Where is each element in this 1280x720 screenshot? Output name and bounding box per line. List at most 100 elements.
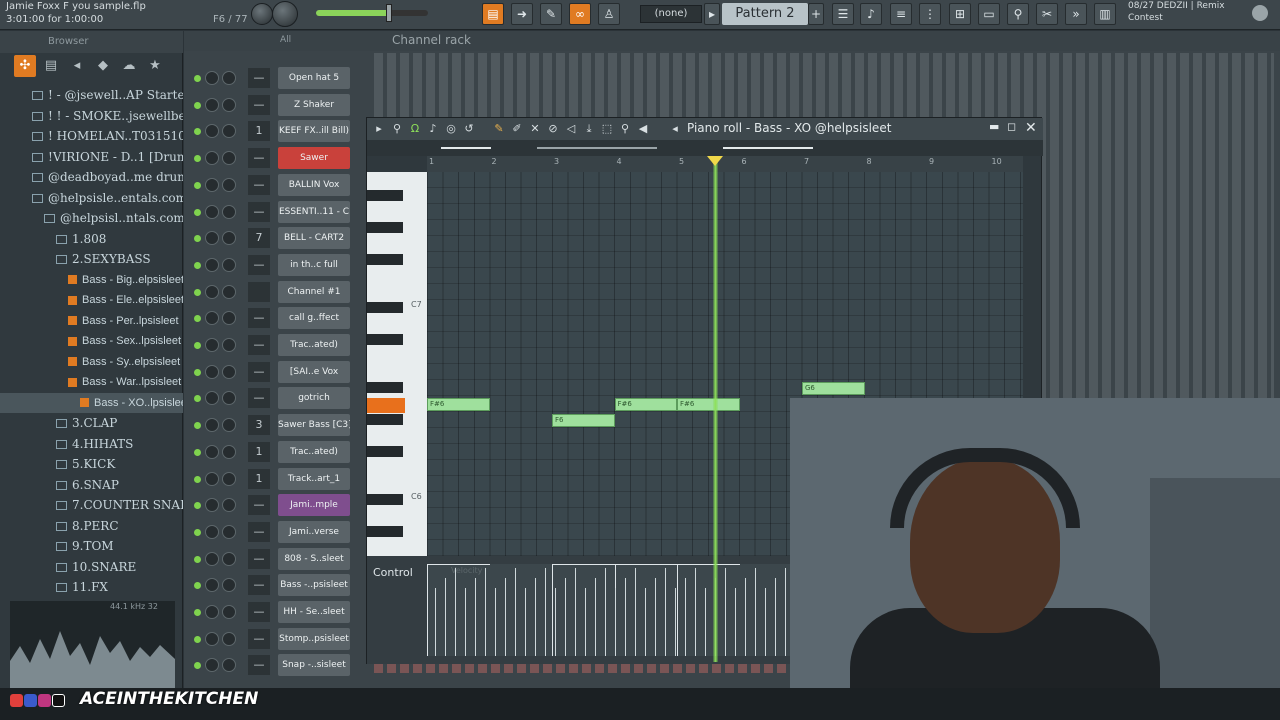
channel-row[interactable]: — Snap -..sisleet [192,653,362,679]
browser-folder-item[interactable]: @helpsisle..entals.com) [0,188,183,208]
bar-number[interactable]: 7 [804,157,809,166]
channel-name-button[interactable]: HH - Se..sleet [278,601,350,623]
channel-enable-led[interactable] [194,422,201,430]
velocity-bar[interactable] [427,564,490,656]
black-key[interactable] [367,334,403,345]
black-key[interactable] [367,190,403,201]
browser-options-icon[interactable]: ✣ [14,55,36,77]
pin-icon[interactable]: ⚲ [1007,3,1029,25]
channel-name-button[interactable]: Sawer Bass [C3] [278,414,350,437]
channel-volume-knob[interactable] [222,177,236,192]
magnet-icon[interactable]: ⚲ [389,121,405,137]
channel-row[interactable]: — gotrich [192,386,362,412]
channel-volume-knob[interactable] [222,444,236,459]
channel-pan-knob[interactable] [205,391,219,406]
scroll-marker[interactable] [441,147,491,149]
channel-enable-led[interactable] [194,235,201,243]
channel-row[interactable]: 1 KEEF FX..ill Bill) [192,119,362,145]
channel-name-button[interactable]: BELL - CART2 [278,227,350,250]
channel-volume-knob[interactable] [222,311,236,326]
velocity-stem[interactable] [535,578,536,656]
bar-number[interactable]: 4 [617,157,622,166]
delete-tool-icon[interactable]: ✕ [527,121,543,137]
note[interactable]: G6 [802,382,865,395]
browser-folder-item[interactable]: 7.COUNTER SNARE [0,495,183,515]
channel-volume-knob[interactable] [222,71,236,85]
bar-number[interactable]: 8 [867,157,872,166]
channel-row[interactable]: — in th..c full [192,253,362,279]
channel-mixer-track[interactable]: — [248,94,270,115]
channel-mixer-track[interactable]: — [248,602,270,622]
velocity-stem[interactable] [455,568,456,656]
loop-icon[interactable]: ↺ [461,121,477,137]
velocity-stem[interactable] [595,578,596,656]
channel-volume-knob[interactable] [222,284,236,299]
browser-folder-item[interactable]: ! HOMELAN..T0315102-001 [0,126,183,146]
channel-name-button[interactable]: Channel #1 [278,280,350,303]
channel-mixer-track[interactable]: — [248,335,270,355]
browser-folder-item[interactable]: 6.SNAP [0,475,183,495]
channel-pan-knob[interactable] [205,257,219,272]
channel-pan-knob[interactable] [205,364,219,379]
mixer-icon[interactable]: ≡ [890,3,912,25]
velocity-stem[interactable] [775,578,776,656]
select-tool-icon[interactable]: ⬚ [599,121,615,137]
channel-enable-led[interactable] [194,208,201,216]
channel-volume-knob[interactable] [222,338,236,352]
note[interactable]: F6 [552,414,615,427]
channel-mixer-track[interactable]: — [248,655,270,676]
velocity-stem[interactable] [435,588,436,656]
channel-volume-knob[interactable] [222,631,236,646]
channel-row[interactable]: — Jami..mple [192,493,362,519]
plugin-icon[interactable]: ⊞ [949,3,971,25]
channel-row[interactable]: — BALLIN Vox [192,173,362,199]
channel-name-button[interactable]: ESSENTI..11 - C [278,200,350,223]
piano-roll-titlebar[interactable]: ▸ ⚲ Ω ♪ ◎ ↺ ✎ ✐ ✕ ⊘ ◁ ⤓ ⬚ ⚲ ◀ ◂ Piano ro… [367,118,1043,140]
note-icon[interactable]: ♪ [425,121,441,137]
black-key[interactable] [367,446,403,457]
channel-row[interactable]: — Z Shaker [192,93,362,119]
snap-icon[interactable]: ▤ [482,3,504,25]
minimize-icon[interactable]: ▬ [989,120,999,133]
arrow-left-icon[interactable]: ◂ [667,121,683,137]
slip-tool-icon[interactable]: ◁ [563,121,579,137]
channel-name-button[interactable]: Jami..verse [278,520,350,543]
channel-volume-knob[interactable] [222,204,236,219]
browser-icon[interactable]: ▭ [978,3,1000,25]
bar-number[interactable]: 2 [492,157,497,166]
channel-row[interactable]: — ESSENTI..11 - C [192,200,362,226]
channel-name-button[interactable]: Trac..ated) [278,440,350,463]
maximize-icon[interactable]: ◻ [1007,120,1016,133]
channel-volume-knob[interactable] [222,551,236,566]
master-level-slider[interactable] [316,10,428,16]
velocity-stem[interactable] [515,568,516,656]
channel-name-button[interactable]: in th..c full [278,253,350,276]
channel-pan-knob[interactable] [205,524,219,539]
velocity-stem[interactable] [695,568,696,656]
channel-row[interactable]: — Jami..verse [192,520,362,546]
channel-mixer-track[interactable]: 1 [248,468,270,489]
note[interactable]: F#6 [677,398,740,411]
record-icon[interactable]: ◎ [443,121,459,137]
channel-volume-knob[interactable] [222,391,236,406]
piano-roll-icon[interactable]: ♪ [860,3,882,25]
browser-folder-item[interactable]: 8.PERC [0,516,183,536]
channel-volume-knob[interactable] [222,658,236,673]
channel-mixer-track[interactable]: 7 [248,228,270,249]
channel-mixer-track[interactable]: — [248,308,270,329]
play-icon[interactable]: ▸ [704,3,720,25]
channel-name-button[interactable]: Track..art_1 [278,467,350,490]
channel-row[interactable]: — Trac..ated) [192,333,362,359]
channel-enable-led[interactable] [194,342,201,349]
pencil-icon[interactable]: ✎ [540,3,562,25]
browser-folder-item[interactable]: ! ! - SMOKE..jsewellbeats [0,106,183,126]
channel-filter[interactable]: All [280,35,291,45]
cloud-icon[interactable]: ☁ [118,55,140,77]
channel-name-button[interactable]: Bass -..psisleet [278,574,350,597]
speaker-icon[interactable]: ◀ [635,121,651,137]
channel-name-button[interactable]: Jami..mple [278,494,350,517]
pattern-selector[interactable]: Pattern 2 [722,3,808,25]
browser-folder-item[interactable]: 3.CLAP [0,413,183,433]
channel-mixer-track[interactable]: — [248,521,270,542]
bar-number[interactable]: 5 [679,157,684,166]
